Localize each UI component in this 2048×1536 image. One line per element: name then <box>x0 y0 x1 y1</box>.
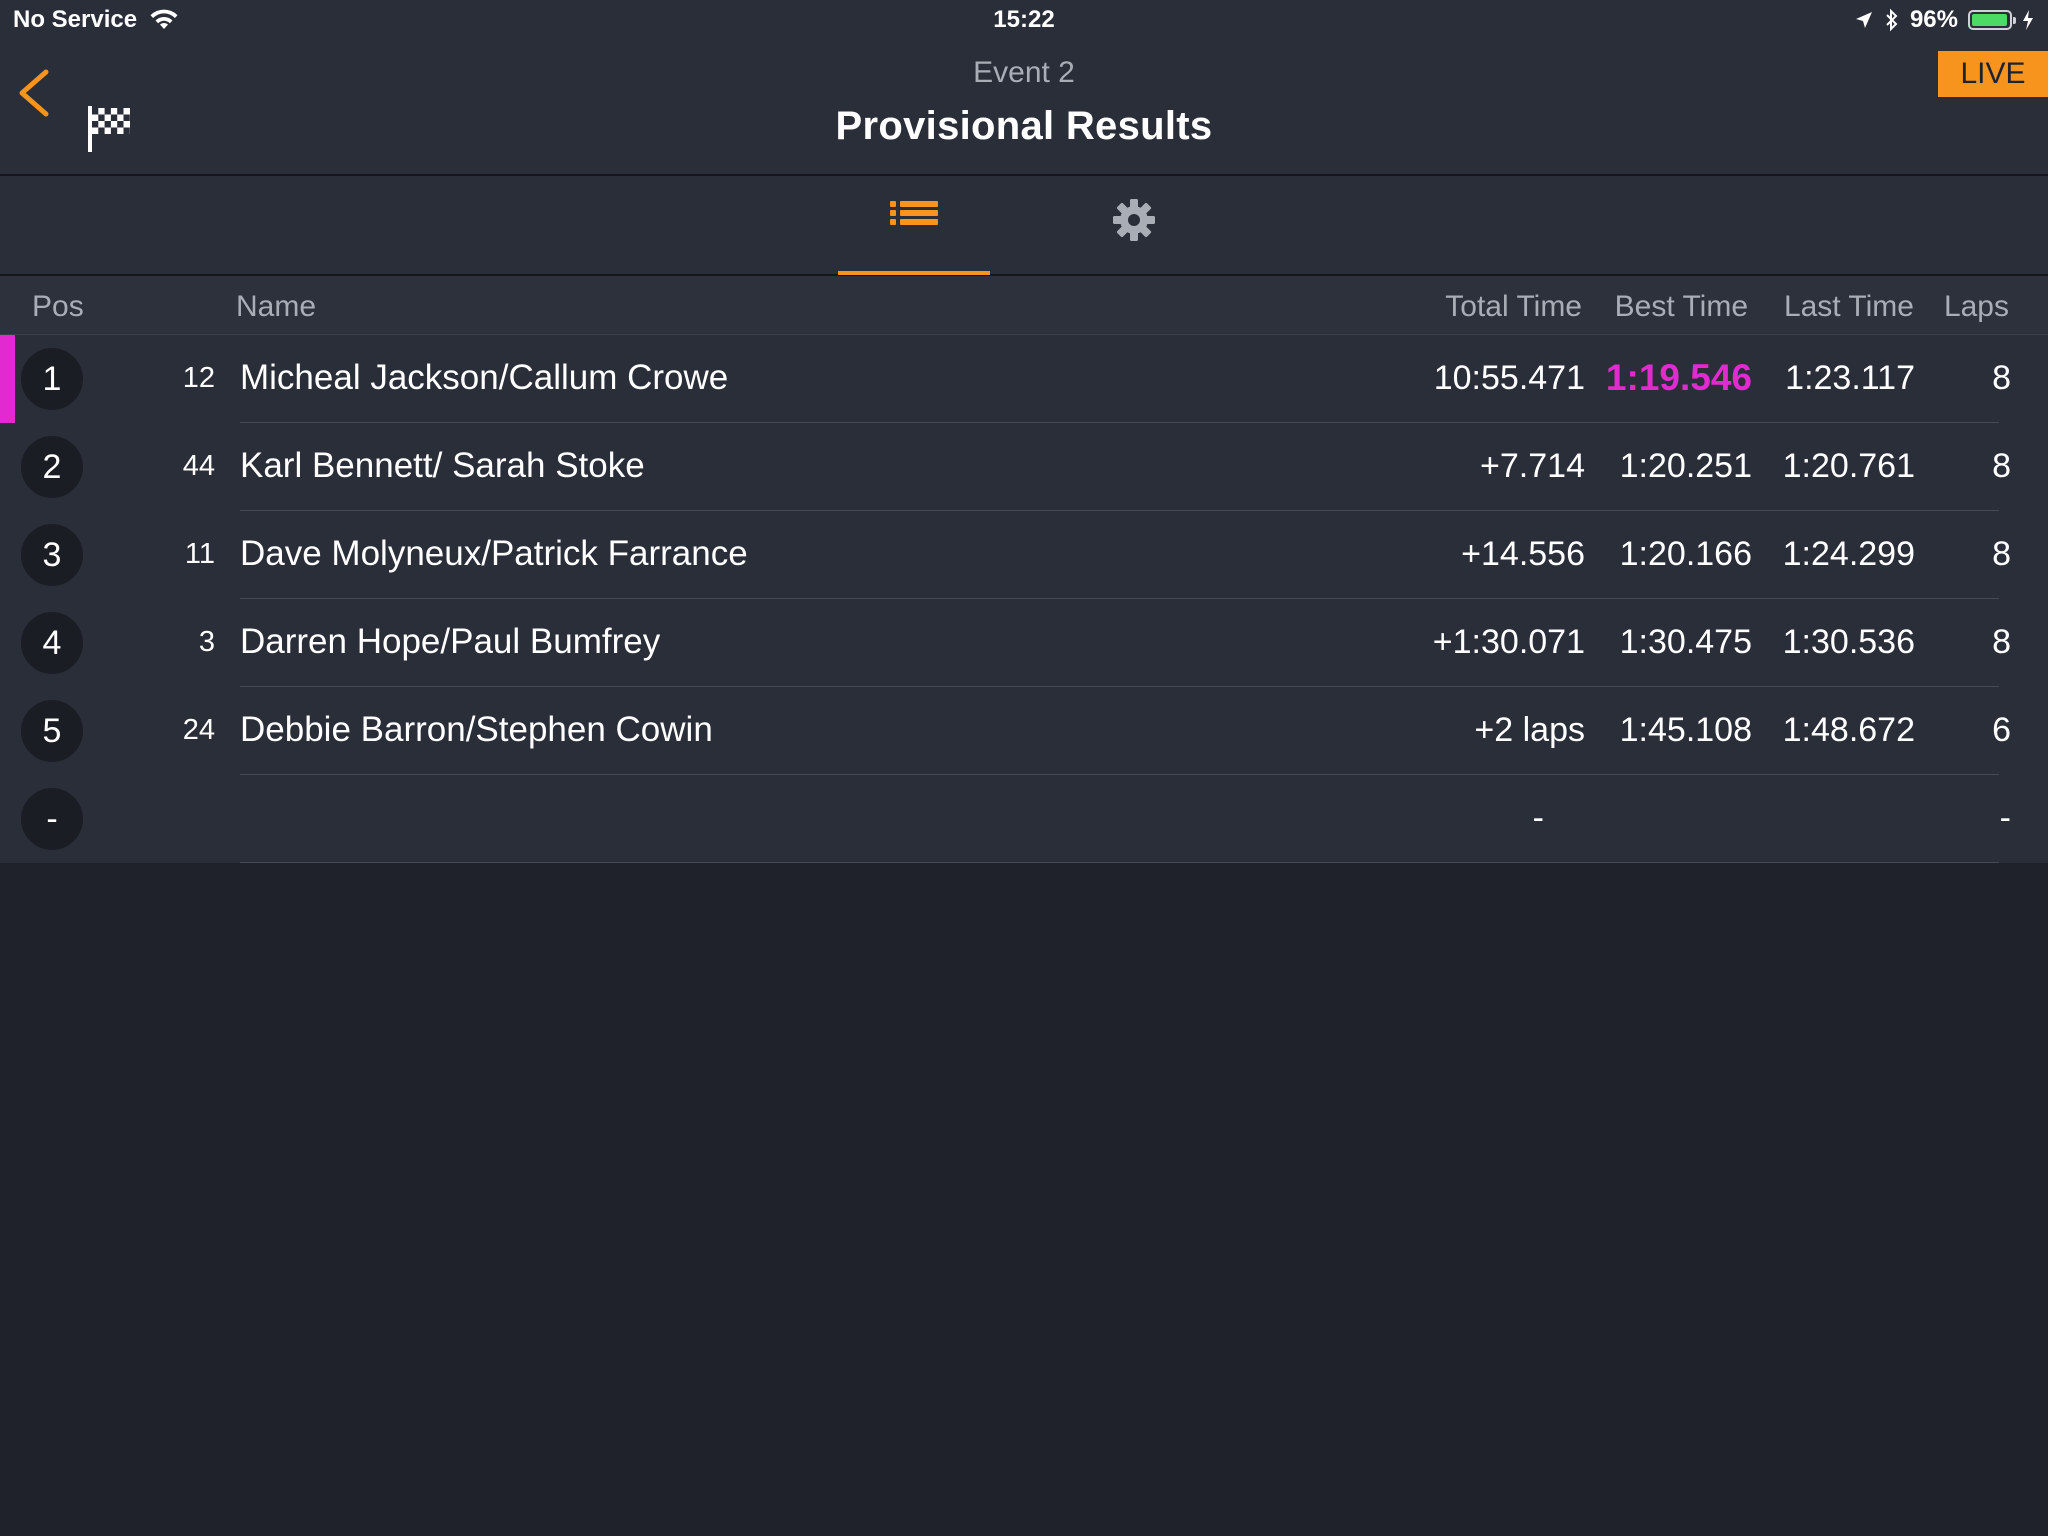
last-time: 1:30.536 <box>1782 623 1915 661</box>
clock: 15:22 <box>993 6 1055 33</box>
location-arrow-icon <box>1855 12 1872 28</box>
position-badge: 3 <box>21 524 83 586</box>
status-bar: No Service 15:22 96% <box>0 0 2048 42</box>
position-badge: 5 <box>21 700 83 762</box>
bluetooth-icon <box>1886 8 1898 32</box>
competitor-number: 12 <box>182 362 215 394</box>
laps-count: 8 <box>1992 447 2011 485</box>
header-name[interactable]: Name <box>236 290 316 324</box>
position-badge: - <box>21 788 83 850</box>
table-row[interactable]: - - - <box>0 775 2048 863</box>
results-list: 1 12 Micheal Jackson/Callum Crowe 10:55.… <box>0 335 2048 863</box>
position-badge: 1 <box>21 348 83 410</box>
laps-count: 8 <box>1992 535 2011 573</box>
table-row[interactable]: 4 3 Darren Hope/Paul Bumfrey +1:30.071 1… <box>0 599 2048 687</box>
best-time: 1:20.251 <box>1619 447 1752 485</box>
competitor-number: 3 <box>198 626 215 658</box>
laps-count: 8 <box>1992 359 2011 397</box>
laps-count: 6 <box>1992 711 2011 749</box>
total-time: +7.714 <box>1480 447 1585 485</box>
competitor-number: 11 <box>184 538 215 570</box>
battery-icon <box>1968 10 2016 30</box>
position-badge: 2 <box>21 436 83 498</box>
header-best-time[interactable]: Best Time <box>1590 290 1748 324</box>
total-time: +14.556 <box>1461 535 1585 573</box>
position-badge: 4 <box>21 612 83 674</box>
tab-settings[interactable] <box>1058 176 1210 274</box>
laps-count: - <box>1999 799 2011 837</box>
competitor-number: 44 <box>182 450 215 482</box>
last-time: 1:20.761 <box>1782 447 1915 485</box>
competitor-name: Micheal Jackson/Callum Crowe <box>240 358 729 397</box>
tab-results-list[interactable] <box>838 176 990 275</box>
header-last-time[interactable]: Last Time <box>1760 290 1914 324</box>
competitor-name: Dave Molyneux/Patrick Farrance <box>240 534 748 573</box>
total-time: 10:55.471 <box>1433 359 1585 397</box>
competitor-number: 24 <box>182 714 215 746</box>
charging-bolt-icon <box>2023 10 2033 30</box>
list-icon <box>890 201 938 225</box>
nav-header: Event 2 Provisional Results LIVE <box>0 42 2048 176</box>
best-time: 1:45.108 <box>1619 711 1752 749</box>
total-time: +2 laps <box>1474 711 1585 749</box>
page-title: Provisional Results <box>835 104 1213 148</box>
best-time-fastest: 1:19.546 <box>1605 357 1752 398</box>
event-subtitle: Event 2 <box>973 56 1075 89</box>
header-laps[interactable]: Laps <box>1935 290 2009 324</box>
best-time: 1:20.166 <box>1619 535 1752 573</box>
competitor-name: Karl Bennett/ Sarah Stoke <box>240 446 645 485</box>
gear-icon <box>1113 199 1155 241</box>
battery-percent: 96% <box>1909 6 1958 33</box>
tab-bar <box>0 176 2048 276</box>
fastest-lap-marker <box>0 335 15 423</box>
laps-count: 8 <box>1992 623 2011 661</box>
table-row[interactable]: 5 24 Debbie Barron/Stephen Cowin +2 laps… <box>0 687 2048 775</box>
row-divider <box>240 862 1999 863</box>
total-time: - <box>1532 799 1544 837</box>
table-row[interactable]: 1 12 Micheal Jackson/Callum Crowe 10:55.… <box>0 335 2048 423</box>
total-time: +1:30.071 <box>1432 623 1585 661</box>
table-row[interactable]: 2 44 Karl Bennett/ Sarah Stoke +7.714 1:… <box>0 423 2048 511</box>
last-time: 1:24.299 <box>1782 535 1915 573</box>
best-time: 1:30.475 <box>1619 623 1752 661</box>
last-time: 1:48.672 <box>1782 711 1915 749</box>
competitor-name: Debbie Barron/Stephen Cowin <box>240 710 713 749</box>
live-badge[interactable]: LIVE <box>1938 51 2048 97</box>
active-tab-indicator <box>838 271 990 275</box>
table-row[interactable]: 3 11 Dave Molyneux/Patrick Farrance +14.… <box>0 511 2048 599</box>
battery-fill <box>1972 14 2007 26</box>
status-right: 96% <box>1854 6 2034 34</box>
header-total-time[interactable]: Total Time <box>1380 290 1582 324</box>
competitor-name: Darren Hope/Paul Bumfrey <box>240 622 661 661</box>
last-time: 1:23.117 <box>1785 359 1915 397</box>
results-table-header: Pos Name Total Time Best Time Last Time … <box>0 276 2048 335</box>
header-pos[interactable]: Pos <box>32 290 84 324</box>
